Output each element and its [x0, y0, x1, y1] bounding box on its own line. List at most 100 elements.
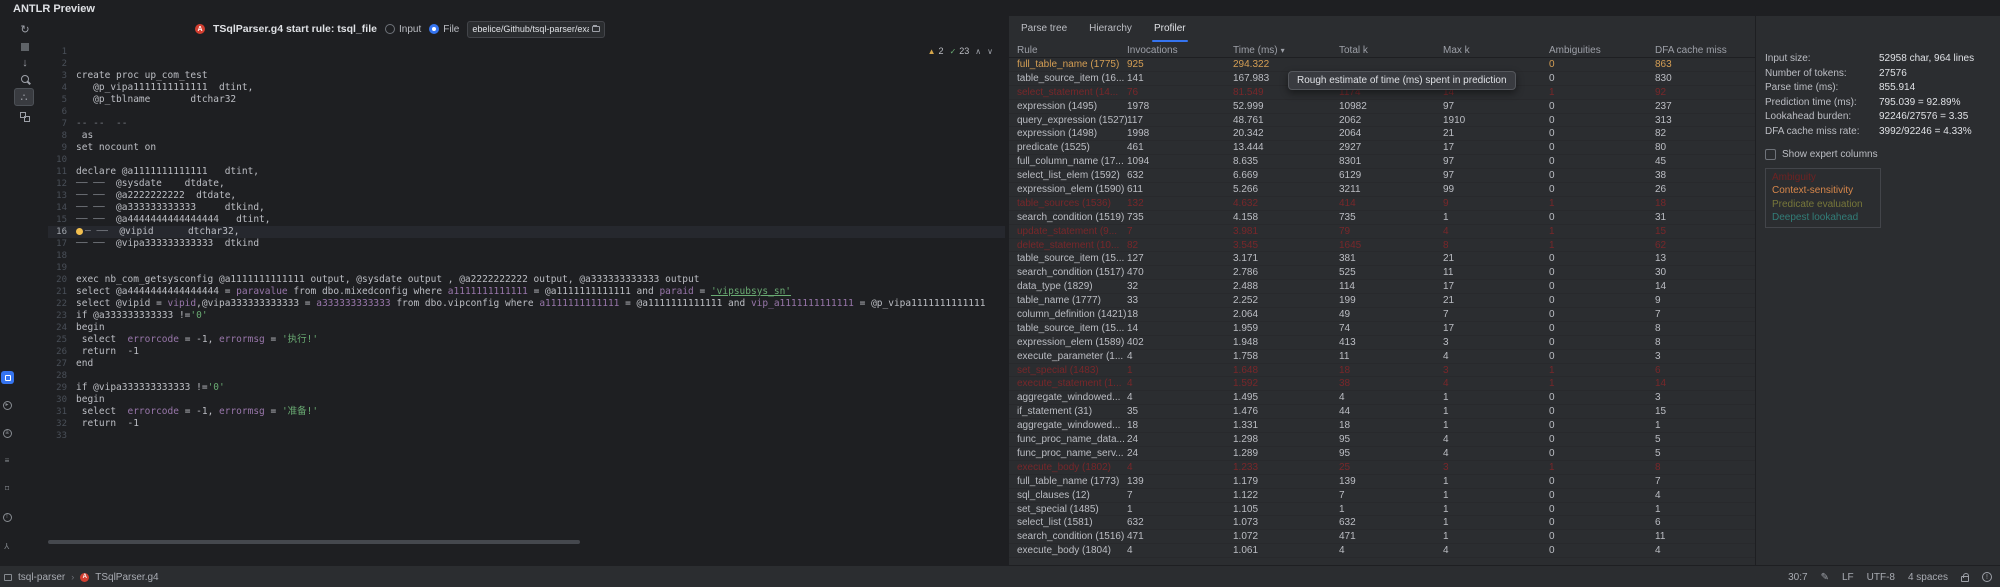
code-line[interactable]: 22select @vipid = vipid,@vipa33333333333…: [48, 298, 1005, 310]
profiler-row[interactable]: data_type (1829)322.48811417014: [1009, 280, 1755, 294]
profiler-row[interactable]: table_source_item (15...141.959741708: [1009, 322, 1755, 336]
profiler-row[interactable]: table_source_item (15...1273.17138121013: [1009, 252, 1755, 266]
code-line[interactable]: 28: [48, 370, 1005, 382]
scroll-to-source-icon[interactable]: [16, 72, 34, 86]
profiler-row[interactable]: set_special (1485)11.1051101: [1009, 503, 1755, 517]
code-line[interactable]: 33: [48, 430, 1005, 442]
file-path-field[interactable]: ebelice/Github/tsql-parser/examples/big.…: [467, 21, 605, 38]
column-header[interactable]: Rule: [1017, 44, 1127, 57]
breadcrumb-project[interactable]: tsql-parser: [18, 572, 65, 583]
horizontal-scrollbar[interactable]: [48, 540, 580, 544]
column-header[interactable]: Max k: [1443, 44, 1549, 57]
indent-setting[interactable]: 4 spaces: [1908, 572, 1948, 583]
code-line[interactable]: 30begin: [48, 394, 1005, 406]
profiler-row[interactable]: sql_clauses (12)71.1227104: [1009, 489, 1755, 503]
save-input-icon[interactable]: ↓: [16, 56, 34, 70]
show-expert-columns-checkbox[interactable]: Show expert columns: [1765, 148, 1995, 162]
profiler-row[interactable]: delete_statement (10...823.54516458162: [1009, 239, 1755, 253]
prev-issue-icon[interactable]: ∧: [975, 47, 981, 56]
code-line[interactable]: 6: [48, 106, 1005, 118]
profiler-row[interactable]: expression_elem (1589)4021.948413308: [1009, 336, 1755, 350]
hierarchy-view-icon[interactable]: [16, 110, 34, 124]
code-line[interactable]: 18: [48, 250, 1005, 262]
cursor-position[interactable]: 30:7: [1788, 572, 1807, 583]
profiler-row[interactable]: execute_body (1804)41.0614404: [1009, 544, 1755, 558]
file-encoding[interactable]: UTF-8: [1867, 572, 1895, 583]
tab-parse-tree[interactable]: Parse tree: [1019, 18, 1069, 42]
line-ending[interactable]: LF: [1842, 572, 1854, 583]
window-icon[interactable]: [4, 574, 12, 581]
code-line[interactable]: 1: [48, 46, 1005, 58]
tab-profiler[interactable]: Profiler: [1152, 18, 1188, 42]
profiler-row[interactable]: execute_statement (1...41.592384114: [1009, 377, 1755, 391]
profiler-row[interactable]: select_list_elem (1592)6326.669612997038: [1009, 169, 1755, 183]
code-line[interactable]: 25 select errorcode = -1, errormsg = '执行…: [48, 334, 1005, 346]
refresh-icon[interactable]: ↻: [16, 22, 34, 36]
profiler-row[interactable]: search_condition (1516)4711.0724711011: [1009, 530, 1755, 544]
code-line[interactable]: 32 return -1: [48, 418, 1005, 430]
browse-folder-icon[interactable]: [592, 26, 600, 32]
column-header[interactable]: Time (ms)▾: [1233, 44, 1339, 57]
code-line[interactable]: 29if @vipa333333333333 !='0': [48, 382, 1005, 394]
code-line[interactable]: 19: [48, 262, 1005, 274]
inspections-widget[interactable]: ▲2 ✓23 ∧ ∨: [928, 46, 993, 56]
profiler-row[interactable]: execute_parameter (1...41.75811403: [1009, 350, 1755, 364]
code-line[interactable]: 31 select errorcode = -1, errormsg = '准备…: [48, 406, 1005, 418]
code-line[interactable]: 21select @a4444444444444444 = paravalue …: [48, 286, 1005, 298]
terminal-icon[interactable]: ⌑: [1, 483, 13, 495]
next-issue-icon[interactable]: ∨: [987, 47, 993, 56]
profiler-row[interactable]: full_table_name (1775)925294.3220863: [1009, 58, 1755, 72]
code-line[interactable]: 11declare @a1111111111111 dtint,: [48, 166, 1005, 178]
code-line[interactable]: 27end: [48, 358, 1005, 370]
code-line[interactable]: 13── ── @a2222222222 dtdate,: [48, 190, 1005, 202]
profiler-row[interactable]: aggregate_windowed...41.4954103: [1009, 391, 1755, 405]
profiler-row[interactable]: execute_body (1802)41.23325318: [1009, 461, 1755, 475]
column-header[interactable]: Total k: [1339, 44, 1443, 57]
profiler-row[interactable]: table_name (1777)332.2521992109: [1009, 294, 1755, 308]
profiler-table-header[interactable]: RuleInvocationsTime (ms)▾Total kMax kAmb…: [1009, 44, 1755, 58]
code-line[interactable]: 8 as: [48, 130, 1005, 142]
profiler-row[interactable]: if_statement (31)351.476441015: [1009, 405, 1755, 419]
profiler-row[interactable]: column_definition (1421)182.06449707: [1009, 308, 1755, 322]
intention-bulb-icon[interactable]: [76, 228, 83, 235]
code-line[interactable]: 10: [48, 154, 1005, 166]
services-icon[interactable]: ≡: [1, 455, 13, 467]
profiler-row[interactable]: set_special (1483)11.64818316: [1009, 364, 1755, 378]
code-line[interactable]: 7-- -- --: [48, 118, 1005, 130]
column-header[interactable]: Invocations: [1127, 44, 1233, 57]
column-header[interactable]: DFA cache miss: [1655, 44, 1755, 57]
code-line[interactable]: 14── ── @a333333333333 dtkind,: [48, 202, 1005, 214]
code-line[interactable]: 16─ ── @vipid dtchar32,: [48, 226, 1005, 238]
code-editor[interactable]: 123create proc up_com_test4 @p_vipa11111…: [48, 44, 1005, 553]
profiler-row[interactable]: update_statement (9...73.981794115: [1009, 225, 1755, 239]
code-line[interactable]: 20exec nb_com_getsysconfig @a11111111111…: [48, 274, 1005, 286]
profiler-row[interactable]: full_table_name (1773)1391.179139107: [1009, 475, 1755, 489]
profiler-row[interactable]: full_column_name (17...10948.63583019704…: [1009, 155, 1755, 169]
profiler-row[interactable]: query_expression (1527)11748.76120621910…: [1009, 114, 1755, 128]
profiler-row[interactable]: search_condition (1517)4702.78652511030: [1009, 266, 1755, 280]
code-line[interactable]: 12── ── @sysdate dtdate,: [48, 178, 1005, 190]
lock-icon[interactable]: [1961, 576, 1969, 582]
profiler-row[interactable]: func_proc_name_serv...241.28995405: [1009, 447, 1755, 461]
stop-icon[interactable]: [16, 40, 34, 54]
panel-divider[interactable]: [1755, 16, 1756, 565]
profiler-row[interactable]: expression (1498)199820.342206421082: [1009, 127, 1755, 141]
code-line[interactable]: 5 @p_tblname dtchar32: [48, 94, 1005, 106]
notifications-icon[interactable]: !: [1982, 572, 1992, 582]
profiler-row[interactable]: aggregate_windowed...181.33118101: [1009, 419, 1755, 433]
profiler-row[interactable]: predicate (1525)46113.444292717080: [1009, 141, 1755, 155]
highlighting-level-icon[interactable]: ✎: [1821, 572, 1829, 583]
profiler-row[interactable]: select_list (1581)6321.073632106: [1009, 516, 1755, 530]
code-line[interactable]: 15── ── @a4444444444444444 dtint,: [48, 214, 1005, 226]
run-toolwindow-icon[interactable]: ▸: [1, 399, 13, 411]
code-line[interactable]: 23if @a333333333333 !='0': [48, 310, 1005, 322]
code-line[interactable]: 3create proc up_com_test: [48, 70, 1005, 82]
antlr-toolwindow-icon[interactable]: a: [1, 427, 13, 439]
input-radio[interactable]: Input: [385, 24, 421, 35]
code-line[interactable]: 17── ── @vipa333333333333 dtkind: [48, 238, 1005, 250]
profiler-row[interactable]: table_sources (1536)1324.6324149118: [1009, 197, 1755, 211]
profiler-row[interactable]: expression_elem (1590)6115.266321199026: [1009, 183, 1755, 197]
profiler-row[interactable]: expression (1495)197852.99910982970237: [1009, 100, 1755, 114]
profiler-row[interactable]: func_proc_name_data...241.29895405: [1009, 433, 1755, 447]
column-header[interactable]: Ambiguities: [1549, 44, 1655, 57]
